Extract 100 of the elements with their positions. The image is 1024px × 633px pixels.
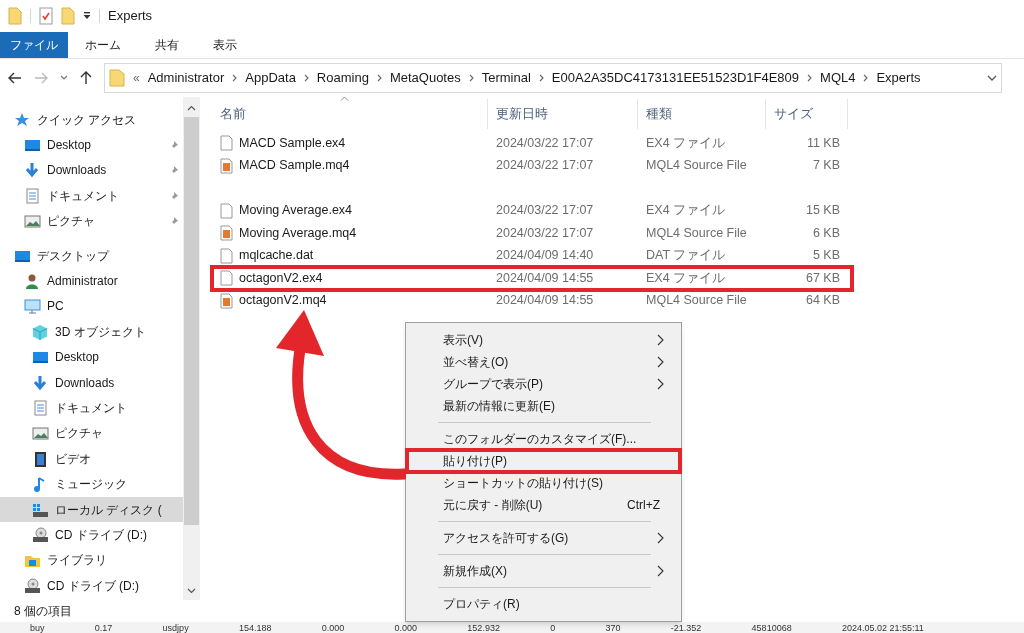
column-header[interactable]: 名前 <box>212 99 488 129</box>
file-name[interactable]: mqlcache.dat <box>239 246 314 266</box>
nav-item[interactable]: クイック アクセス <box>0 107 183 133</box>
nav-item[interactable]: デスクトップ <box>0 242 183 269</box>
table-cell: -21.352 <box>670 622 702 633</box>
item-count: 8 個の項目 <box>14 603 72 620</box>
drive-icon <box>32 501 49 518</box>
nav-item[interactable]: Desktop <box>0 132 183 158</box>
scrollbar[interactable] <box>183 97 200 600</box>
nav-item[interactable]: CD ドライブ (D:) <box>0 522 183 548</box>
nav-item[interactable]: Downloads <box>0 157 183 184</box>
breadcrumb[interactable]: MetaQuotes <box>389 68 461 88</box>
file-size: 11 KB <box>805 134 841 152</box>
breadcrumb[interactable]: Terminal <box>481 68 531 88</box>
modified-date: 2024/04/09 14:40 <box>495 247 595 265</box>
chevron-icon[interactable] <box>232 74 238 82</box>
nav-item[interactable]: ライブラリ <box>0 547 183 574</box>
menu-item[interactable]: ショートカットの貼り付け(S) <box>407 472 680 494</box>
menu-item[interactable]: 最新の情報に更新(E) <box>407 395 680 417</box>
modified-date: 2024/03/22 17:07 <box>495 224 595 242</box>
file-name[interactable]: MACD Sample.ex4 <box>239 133 346 153</box>
ribbon-tab[interactable]: 表示 <box>196 32 254 58</box>
table-cell: buy <box>30 622 45 633</box>
source-file-icon <box>220 225 233 242</box>
overflow-chevron[interactable]: « <box>133 69 140 87</box>
dropdown-icon[interactable] <box>83 12 91 20</box>
menu-item[interactable]: このフォルダーのカスタマイズ(F)... <box>407 428 680 450</box>
star-icon <box>14 111 31 128</box>
breadcrumb[interactable]: E00A2A35DC4173131EE51523D1F4E809 <box>551 68 800 88</box>
properties-icon[interactable] <box>39 7 53 25</box>
modified-date: 2024/04/09 14:55 <box>495 269 595 287</box>
scroll-up-icon[interactable] <box>187 105 196 111</box>
menu-item[interactable]: アクセスを許可する(G) <box>407 527 680 549</box>
scroll-down-icon[interactable] <box>187 588 196 594</box>
picture-icon <box>32 425 49 442</box>
download-icon <box>32 374 49 391</box>
nav-item[interactable]: ドキュメント <box>0 395 183 421</box>
file-size: 6 KB <box>811 224 841 242</box>
menu-item[interactable]: プロパティ(R) <box>407 593 680 615</box>
nav-item[interactable]: ローカル ディスク ( <box>0 496 183 523</box>
chevron-icon[interactable] <box>863 74 869 82</box>
modified-date: 2024/03/22 17:07 <box>495 134 595 152</box>
nav-item[interactable]: ピクチャ <box>0 420 183 447</box>
column-header[interactable]: 更新日時 <box>488 99 638 129</box>
address-bar[interactable]: « Administrator AppData Roaming MetaQuotes Terminal E00A2A35DC4173131EE51523D1F4E809 MQL4 Experts <box>104 63 1002 93</box>
back-icon[interactable] <box>8 72 22 84</box>
up-icon[interactable] <box>80 71 92 85</box>
file-name[interactable]: Moving Average.mq4 <box>239 223 357 243</box>
dropdown-icon[interactable] <box>987 75 997 81</box>
breadcrumb[interactable]: AppData <box>245 68 296 88</box>
nav-item[interactable]: ミュージック <box>0 471 183 497</box>
nav-item[interactable]: 3D オブジェクト <box>0 319 183 345</box>
chevron-icon[interactable] <box>376 74 382 82</box>
nav-item[interactable]: PC <box>0 293 183 320</box>
file-type: MQL4 Source File <box>645 292 748 310</box>
file-size: 67 KB <box>804 269 841 287</box>
file-type: EX4 ファイル <box>645 134 727 152</box>
nav-item[interactable]: ピクチャ <box>0 208 183 234</box>
table-cell: usdjpy <box>162 622 189 633</box>
highlighted-file-row[interactable]: octagonV2.ex4 2024/04/09 14:55 EX4 ファイル 67 KB <box>212 267 852 290</box>
chevron-icon[interactable] <box>468 74 474 82</box>
nav-item[interactable]: Administrator <box>0 268 183 294</box>
menu-item[interactable]: 並べ替え(O) <box>407 351 680 373</box>
file-type: MQL4 Source File <box>645 157 748 175</box>
nav-item[interactable]: ドキュメント <box>0 183 183 209</box>
column-header[interactable]: 種類 <box>638 99 766 129</box>
file-size: 15 KB <box>804 202 841 220</box>
table-cell: 0.000 <box>321 622 345 633</box>
file-name[interactable]: octagonV2.mq4 <box>239 291 327 311</box>
modified-date: 2024/04/09 14:55 <box>495 292 595 310</box>
menu-item[interactable]: グループで表示(P) <box>407 373 680 395</box>
picture-icon <box>24 213 41 230</box>
chevron-icon[interactable] <box>538 74 544 82</box>
table-cell: 154.188 <box>238 622 272 633</box>
menu-item[interactable]: 新規作成(X) <box>407 560 680 582</box>
nav-item[interactable]: Downloads <box>0 369 183 396</box>
breadcrumb[interactable]: Administrator <box>147 68 225 88</box>
menu-item[interactable]: 表示(V) <box>407 329 680 351</box>
file-type: MQL4 Source File <box>645 224 748 242</box>
ribbon-tab[interactable]: ホーム <box>68 32 138 58</box>
menu-item[interactable]: 貼り付け(P) <box>407 450 680 472</box>
nav-item[interactable]: Desktop <box>0 344 183 370</box>
file-name[interactable]: MACD Sample.mq4 <box>239 156 350 176</box>
breadcrumb[interactable]: Roaming <box>316 68 369 88</box>
recent-locations-icon[interactable] <box>60 75 68 81</box>
menu-item[interactable]: 元に戻す - 削除(U) Ctrl+Z <box>407 494 680 516</box>
file-name[interactable]: Moving Average.ex4 <box>239 201 353 220</box>
ribbon-tab[interactable]: ファイル <box>0 32 68 58</box>
ribbon-tab[interactable]: 共有 <box>138 32 196 58</box>
nav-item[interactable]: CD ドライブ (D:) <box>0 573 183 599</box>
chevron-icon[interactable] <box>303 74 309 82</box>
scroll-thumb[interactable] <box>184 117 199 525</box>
breadcrumb[interactable]: MQL4 <box>820 68 856 88</box>
breadcrumb[interactable]: Experts <box>876 68 921 88</box>
nav-item[interactable]: ビデオ <box>0 446 183 472</box>
column-header[interactable]: サイズ <box>766 99 848 129</box>
film-icon <box>32 450 49 467</box>
table-cell: 2024.05.02 21:55:11 <box>841 622 924 633</box>
chevron-icon[interactable] <box>807 74 813 82</box>
file-name[interactable]: octagonV2.ex4 <box>239 268 323 288</box>
